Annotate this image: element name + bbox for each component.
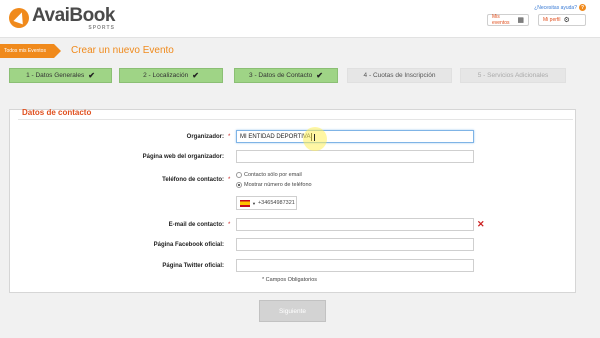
step-label: 5 - Servicios Adicionales xyxy=(477,72,549,79)
calendar-icon: ▦ xyxy=(517,17,524,24)
section-divider xyxy=(18,119,573,120)
top-bar: AvaiBook SPORTS ¿Necesitas ayuda? ? Mis … xyxy=(0,0,600,38)
radio-show-phone[interactable]: Mostrar número de teléfono xyxy=(236,182,312,188)
step-localizacion[interactable]: 2 - Localización ✔ xyxy=(119,68,223,83)
organizer-label: Organizador: xyxy=(186,134,224,140)
next-button[interactable]: Siguiente xyxy=(259,300,326,322)
breadcrumb[interactable]: Todos mis Eventos xyxy=(0,44,61,58)
organizer-input[interactable]: MI ENTIDAD DEPORTIVA xyxy=(236,130,474,143)
text-cursor-icon: I xyxy=(313,133,316,144)
checkmark-icon: ✔ xyxy=(88,71,95,80)
error-icon: ✕ xyxy=(477,219,485,229)
email-input[interactable] xyxy=(236,218,474,231)
facebook-label: Página Facebook oficial: xyxy=(153,242,224,248)
logo-subtitle: SPORTS xyxy=(88,25,115,31)
radio-email-only[interactable]: Contacto sólo por email xyxy=(236,172,302,178)
my-profile-label: Mi perfil xyxy=(543,17,561,23)
my-events-label: Mis eventos xyxy=(492,14,510,26)
step-label: 4 - Cuotas de Inscripción xyxy=(363,72,436,79)
logo-icon xyxy=(9,8,29,28)
my-events-button[interactable]: Mis eventos ▦ xyxy=(487,14,529,26)
checkmark-icon: ✔ xyxy=(316,71,323,80)
step-datos-generales[interactable]: 1 - Datos Generales ✔ xyxy=(9,68,112,83)
required-fields-note: * Campos Obligatorios xyxy=(262,277,318,283)
breadcrumb-label: Todos mis Eventos xyxy=(4,48,46,54)
chevron-down-icon[interactable]: ▼ xyxy=(252,201,256,206)
question-icon: ? xyxy=(579,4,586,11)
required-mark: * xyxy=(228,134,231,140)
required-mark: * xyxy=(228,177,231,183)
gear-icon: ⚙ xyxy=(563,17,570,24)
my-profile-button[interactable]: Mi perfil ⚙ xyxy=(538,14,586,26)
organizer-value: MI ENTIDAD DEPORTIVA xyxy=(240,133,311,140)
step-servicios-adicionales: 5 - Servicios Adicionales xyxy=(460,68,566,83)
section-title: Datos de contacto xyxy=(22,108,92,117)
phone-value: +34654987321 xyxy=(257,200,295,206)
website-input[interactable] xyxy=(236,150,474,163)
help-link-label: ¿Necesitas ayuda? xyxy=(534,4,577,11)
twitter-label: Página Twitter oficial: xyxy=(162,263,224,269)
radio-icon xyxy=(236,172,242,178)
help-link[interactable]: ¿Necesitas ayuda? ? xyxy=(534,4,586,11)
spain-flag-icon[interactable] xyxy=(240,199,250,207)
step-label: 2 - Localización xyxy=(143,72,189,79)
required-mark: * xyxy=(228,222,231,228)
page-title: Crear un nuevo Evento xyxy=(71,45,174,56)
phone-input[interactable]: ▼ +34654987321 xyxy=(236,196,297,210)
facebook-input[interactable] xyxy=(236,238,474,251)
email-label: E-mail de contacto: xyxy=(168,222,224,228)
phone-label: Teléfono de contacto: xyxy=(162,177,224,183)
checkmark-icon: ✔ xyxy=(192,71,199,80)
website-label: Página web del organizador: xyxy=(142,154,224,160)
radio-checked-icon xyxy=(236,182,242,188)
logo-name: AvaiBook xyxy=(32,5,115,26)
radio-show-phone-label: Mostrar número de teléfono xyxy=(244,182,312,188)
logo[interactable]: AvaiBook SPORTS xyxy=(9,6,115,32)
step-label: 1 - Datos Generales xyxy=(26,72,85,79)
radio-email-only-label: Contacto sólo por email xyxy=(244,172,302,178)
step-datos-contacto[interactable]: 3 - Datos de Contacto ✔ xyxy=(234,68,338,83)
step-label: 3 - Datos de Contacto xyxy=(249,72,313,79)
next-button-label: Siguiente xyxy=(278,307,307,315)
twitter-input[interactable] xyxy=(236,259,474,272)
step-cuotas-inscripcion[interactable]: 4 - Cuotas de Inscripción xyxy=(347,68,452,83)
